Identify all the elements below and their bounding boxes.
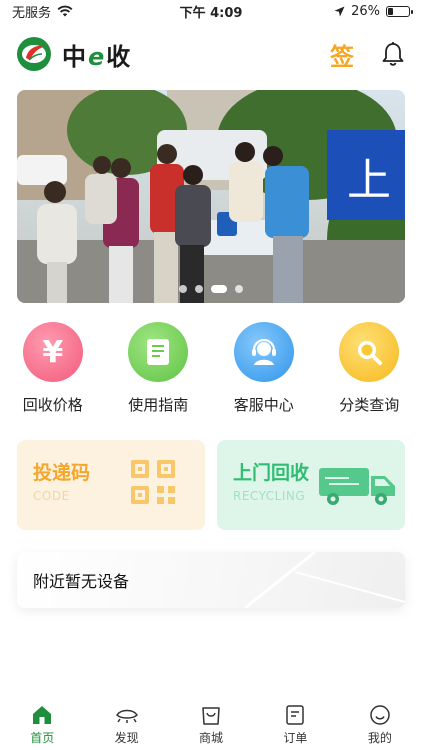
- truck-icon: [319, 468, 395, 505]
- decorative-lines: [244, 552, 405, 608]
- shortcut-user-guide[interactable]: 使用指南: [106, 322, 212, 415]
- tab-orders[interactable]: 订单: [253, 700, 337, 750]
- smile-icon: [370, 705, 390, 725]
- qr-code-icon: [131, 460, 175, 504]
- shortcut-recycle-price[interactable]: ¥ 回收价格: [0, 322, 106, 415]
- door-pickup-card[interactable]: 上门回收 RECYCLING: [217, 440, 405, 530]
- battery-level: [388, 7, 393, 15]
- tab-label: 首页: [30, 731, 55, 745]
- status-bar: 无服务 下午 4:09 26%: [0, 0, 422, 22]
- wifi-icon: [57, 5, 73, 17]
- shortcut-label: 客服中心: [233, 396, 294, 414]
- home-icon: [33, 706, 52, 724]
- tab-mine[interactable]: 我的: [338, 700, 422, 750]
- guide-book-icon: [128, 322, 189, 382]
- customer-service-icon: [233, 322, 294, 382]
- tab-label: 发现: [114, 731, 139, 745]
- location-arrow-icon: [334, 6, 345, 16]
- carrier-text: 无服务: [12, 5, 52, 21]
- battery-icon: [386, 5, 413, 17]
- carousel-dot[interactable]: [179, 285, 187, 293]
- bell-icon[interactable]: [380, 41, 406, 67]
- app-name-part: 中: [62, 42, 88, 71]
- carousel-dot[interactable]: [235, 285, 243, 293]
- eye-icon: [115, 709, 138, 723]
- shortcut-label: 分类查询: [339, 396, 400, 414]
- feature-cards: 投递码 CODE 上门回收 RECYCLING: [17, 440, 405, 530]
- carousel-dot[interactable]: [195, 285, 203, 293]
- order-icon: [286, 705, 305, 725]
- shortcut-label: 使用指南: [128, 396, 189, 414]
- tab-label: 订单: [283, 731, 308, 745]
- delivery-code-card[interactable]: 投递码 CODE: [17, 440, 205, 530]
- tab-label: 我的: [367, 731, 392, 745]
- bottom-tab-bar: 首页 发现 商城 订单 我的: [0, 700, 422, 750]
- carousel-indicator: [17, 285, 405, 293]
- shortcut-grid: ¥ 回收价格 使用指南 客服中心 分类查询: [0, 322, 422, 415]
- sign-in-button[interactable]: 签: [330, 37, 354, 72]
- shortcut-category-search[interactable]: 分类查询: [317, 322, 422, 415]
- battery-percent: 26%: [351, 3, 380, 19]
- shopping-bag-icon: [202, 707, 220, 725]
- tab-discover[interactable]: 发现: [84, 700, 168, 750]
- app-name-part: 收: [106, 42, 133, 71]
- tab-home[interactable]: 首页: [0, 700, 84, 750]
- yen-icon: ¥: [22, 322, 83, 382]
- nearby-devices-panel: 附近暂无设备: [17, 552, 405, 608]
- shortcut-customer-service[interactable]: 客服中心: [211, 322, 317, 415]
- nearby-status-text: 附近暂无设备: [33, 572, 130, 591]
- carousel-dot-active[interactable]: [211, 285, 227, 293]
- app-name-part: e: [88, 42, 107, 71]
- app-name: 中e收: [62, 37, 132, 72]
- tab-label: 商城: [199, 731, 224, 745]
- app-header: 中e收 签: [16, 34, 406, 74]
- banner-sign-text: 上: [347, 155, 391, 206]
- app-logo-icon: [17, 37, 51, 71]
- shortcut-label: 回收价格: [22, 396, 83, 414]
- banner-photo: 上: [17, 90, 405, 303]
- promo-banner[interactable]: 上: [17, 90, 405, 303]
- search-icon: [339, 322, 400, 382]
- tab-mall[interactable]: 商城: [169, 700, 253, 750]
